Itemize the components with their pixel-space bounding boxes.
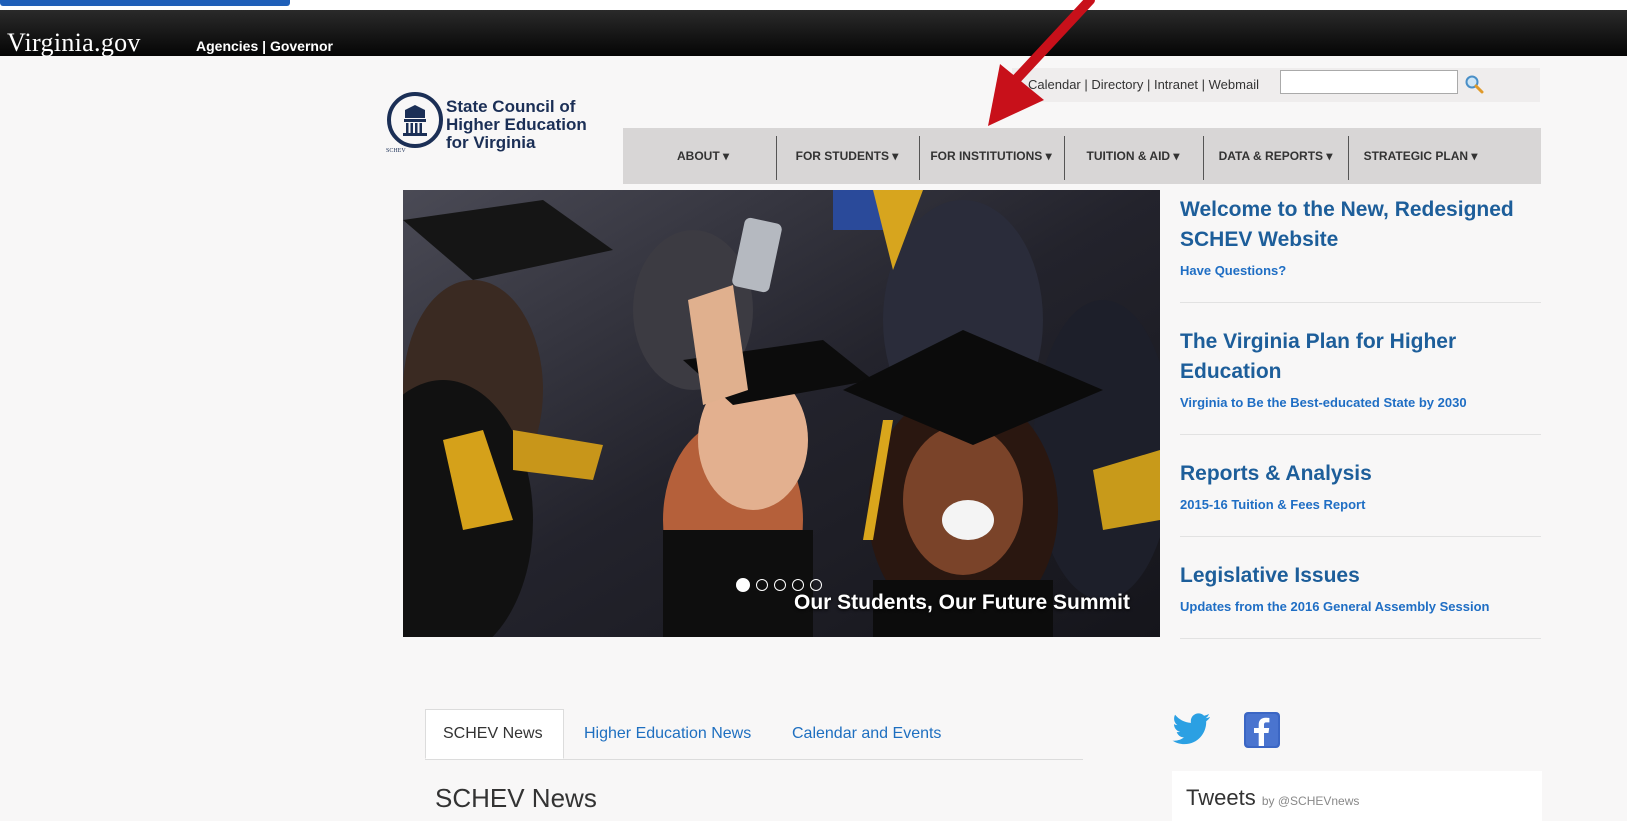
feature-title[interactable]: Reports & Analysis bbox=[1180, 459, 1541, 489]
slide-dot[interactable] bbox=[792, 579, 804, 591]
nav-tuition-aid[interactable]: TUITION & AID ▾ bbox=[1065, 128, 1201, 184]
feature-item: The Virginia Plan for Higher Education V… bbox=[1180, 303, 1541, 435]
graduation-photo bbox=[403, 190, 1160, 637]
twitter-icon[interactable] bbox=[1172, 712, 1212, 748]
slide-dot[interactable] bbox=[810, 579, 822, 591]
gov-link-separator: | bbox=[262, 38, 267, 54]
nav-about[interactable]: ABOUT ▾ bbox=[643, 128, 763, 184]
tweets-header: Tweets by @SCHEVnews bbox=[1186, 785, 1359, 811]
seal-text: SCHEV bbox=[386, 148, 406, 154]
feature-item: Legislative Issues Updates from the 2016… bbox=[1180, 537, 1541, 639]
top-accent-bar bbox=[0, 0, 290, 6]
tweets-handle[interactable]: @SCHEVnews bbox=[1278, 794, 1360, 808]
nav-for-institutions[interactable]: FOR INSTITUTIONS ▾ bbox=[920, 128, 1062, 184]
schev-seal-icon bbox=[387, 92, 443, 148]
slide-dot[interactable] bbox=[774, 579, 786, 591]
hero-caption[interactable]: Our Students, Our Future Summit bbox=[794, 591, 1130, 615]
feature-link[interactable]: 2015-16 Tuition & Fees Report bbox=[1180, 497, 1541, 512]
tab-schev-news[interactable]: SCHEV News bbox=[425, 709, 564, 759]
nav-for-students[interactable]: FOR STUDENTS ▾ bbox=[777, 128, 917, 184]
logo-line-3: for Virginia bbox=[446, 133, 536, 152]
slide-dot[interactable] bbox=[736, 578, 750, 592]
news-section-title: SCHEV News bbox=[435, 783, 597, 813]
feature-title[interactable]: Welcome to the New, Redesigned SCHEV Web… bbox=[1180, 195, 1541, 255]
tab-higher-education-news[interactable]: Higher Education News bbox=[584, 709, 751, 759]
tweets-by: by @SCHEVnews bbox=[1262, 794, 1360, 808]
agencies-link[interactable]: Agencies bbox=[196, 38, 258, 54]
tweets-by-word: by bbox=[1261, 794, 1275, 808]
featured-links: Welcome to the New, Redesigned SCHEV Web… bbox=[1180, 190, 1541, 639]
feature-title[interactable]: Legislative Issues bbox=[1180, 561, 1541, 591]
nav-data-reports[interactable]: DATA & REPORTS ▾ bbox=[1204, 128, 1347, 184]
slide-dot[interactable] bbox=[756, 579, 768, 591]
browser-top-strip bbox=[0, 0, 1627, 10]
feature-link[interactable]: Updates from the 2016 General Assembly S… bbox=[1180, 599, 1541, 614]
logo-line-1: State Council of bbox=[446, 97, 576, 116]
annotation-arrow-icon bbox=[988, 0, 1095, 126]
tab-calendar-events[interactable]: Calendar and Events bbox=[792, 709, 941, 759]
feature-link[interactable]: Have Questions? bbox=[1180, 263, 1541, 278]
feature-item: Reports & Analysis 2015-16 Tuition & Fee… bbox=[1180, 435, 1541, 537]
main-nav: ABOUT ▾ FOR STUDENTS ▾ FOR INSTITUTIONS … bbox=[623, 128, 1541, 184]
hero-slideshow[interactable]: Our Students, Our Future Summit bbox=[403, 190, 1160, 637]
feature-link[interactable]: Virginia to Be the Best-educated State b… bbox=[1180, 395, 1541, 410]
logo-line-2: Higher Education bbox=[446, 115, 587, 134]
virginia-gov-logo[interactable]: Virginia.gov bbox=[7, 28, 141, 58]
tweets-widget: Tweets by @SCHEVnews bbox=[1172, 771, 1542, 821]
nav-strategic-plan[interactable]: STRATEGIC PLAN ▾ bbox=[1349, 128, 1492, 184]
virginia-gov-header: Virginia.gov Agencies | Governor bbox=[0, 10, 1627, 58]
news-tabs: SCHEV News Higher Education News Calenda… bbox=[425, 709, 1083, 760]
tweets-title: Tweets bbox=[1186, 785, 1256, 810]
feature-title[interactable]: The Virginia Plan for Higher Education bbox=[1180, 327, 1541, 387]
search-input[interactable] bbox=[1280, 70, 1458, 94]
gov-header-links: Agencies | Governor bbox=[196, 38, 333, 54]
search-icon[interactable] bbox=[1464, 74, 1484, 94]
governor-link[interactable]: Governor bbox=[270, 38, 333, 54]
facebook-icon[interactable] bbox=[1244, 712, 1280, 748]
schev-logo[interactable]: SCHEV State Council of Higher Education … bbox=[386, 88, 606, 158]
feature-item: Welcome to the New, Redesigned SCHEV Web… bbox=[1180, 190, 1541, 303]
